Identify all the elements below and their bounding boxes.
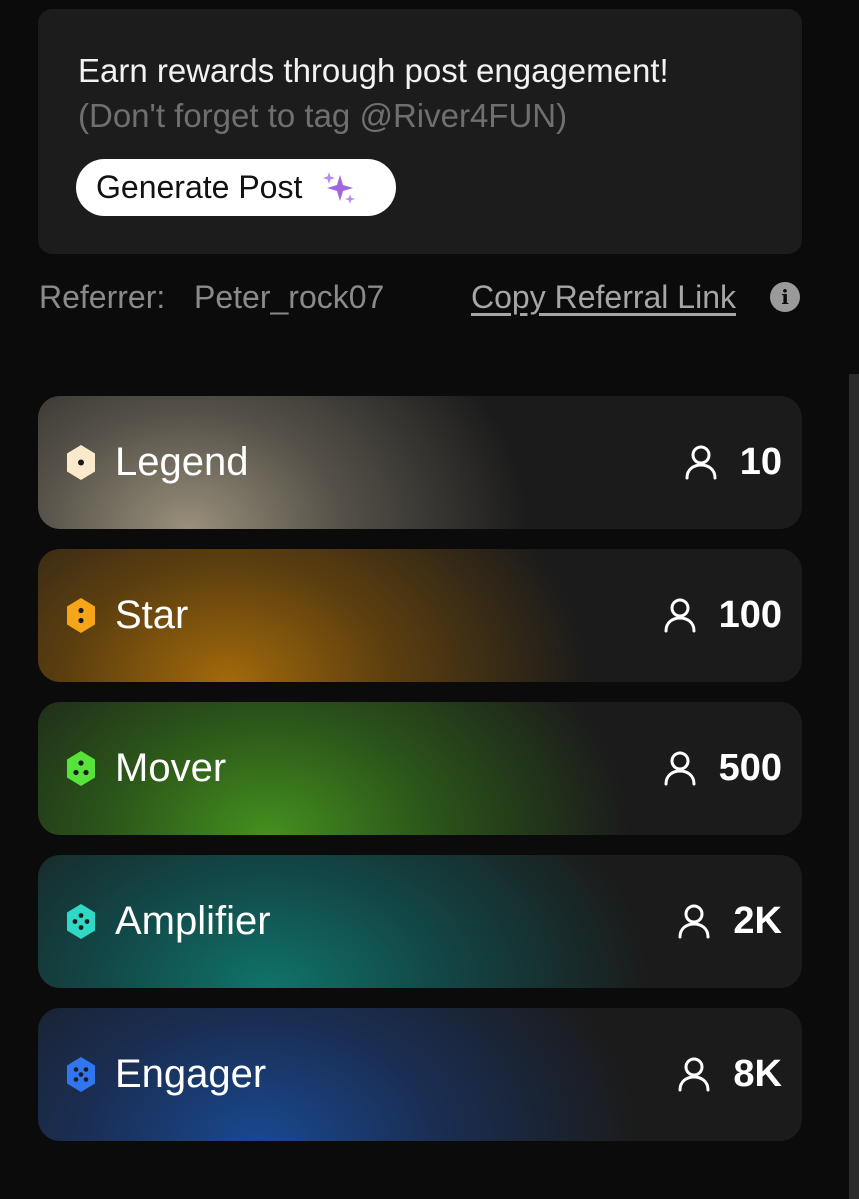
generate-post-label: Generate Post <box>96 169 303 205</box>
tier-card-mover[interactable]: Mover 500 <box>38 702 802 835</box>
promo-card: Earn rewards through post engagement! (D… <box>38 9 802 254</box>
generate-post-button[interactable]: Generate Post <box>76 159 396 216</box>
engager-badge-icon <box>67 1057 95 1092</box>
info-icon[interactable]: i <box>770 282 800 312</box>
tier-card-engager[interactable]: Engager 8K <box>38 1008 802 1141</box>
tier-name: Star <box>115 593 189 637</box>
sparkle-icon <box>323 171 356 204</box>
user-icon <box>664 751 696 786</box>
tier-card-legend[interactable]: Legend 10 <box>38 396 802 529</box>
referrer-row: Referrer: Peter_rock07 Copy Referral Lin… <box>39 276 801 318</box>
tier-member-count: 8K <box>677 1048 782 1100</box>
tier-card-star[interactable]: Star 100 <box>38 549 802 682</box>
tier-name: Legend <box>115 440 249 484</box>
referral-page: Earn rewards through post engagement! (D… <box>0 0 859 1199</box>
legend-badge-icon <box>67 445 95 480</box>
promo-tag-hint: (Don't forget to tag @River4FUN) <box>78 97 568 134</box>
member-count: 10 <box>739 440 782 483</box>
referrer-label: Referrer: <box>39 279 166 315</box>
member-count: 8K <box>733 1052 782 1095</box>
user-icon <box>664 598 696 633</box>
tier-member-count: 10 <box>684 436 782 488</box>
tier-member-count: 100 <box>663 589 782 641</box>
referrer-username: Peter_rock07 <box>194 279 385 315</box>
member-count: 500 <box>718 746 782 789</box>
promo-headline: Earn rewards through post engagement! <box>78 52 669 89</box>
tier-member-count: 2K <box>677 895 782 947</box>
mover-badge-icon <box>67 751 95 786</box>
tier-name: Amplifier <box>115 899 271 943</box>
copy-referral-link[interactable]: Copy Referral Link <box>471 276 736 318</box>
member-count: 100 <box>718 593 782 636</box>
tier-card-amplifier[interactable]: Amplifier 2K <box>38 855 802 988</box>
user-icon <box>678 904 710 939</box>
scrollbar[interactable] <box>849 374 859 1199</box>
tier-name: Engager <box>115 1052 267 1096</box>
amplifier-badge-icon <box>67 904 95 939</box>
user-icon <box>678 1057 710 1092</box>
user-icon <box>685 445 717 480</box>
tier-name: Mover <box>115 746 227 790</box>
star-badge-icon <box>67 598 95 633</box>
member-count: 2K <box>733 899 782 942</box>
tier-member-count: 500 <box>663 742 782 794</box>
